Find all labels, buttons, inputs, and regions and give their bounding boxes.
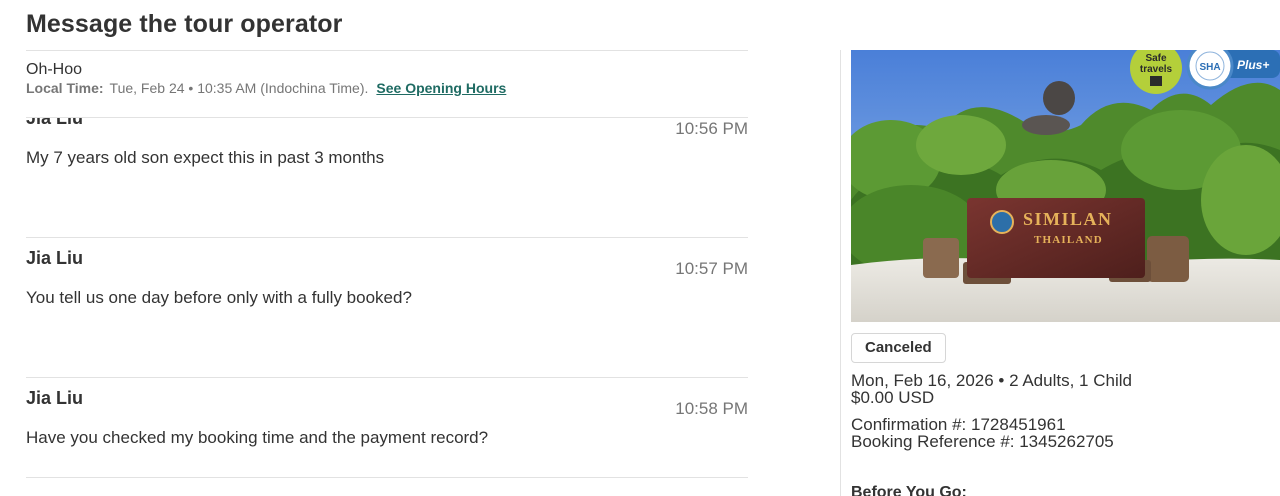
sign-subtitle: THAILAND <box>1034 234 1103 246</box>
message-time: 10:58 PM <box>675 399 748 418</box>
sha-label: SHA <box>1199 62 1220 73</box>
message-text: You tell us one day before only with a f… <box>26 288 412 307</box>
message-text: My 7 years old son expect this in past 3… <box>26 148 385 167</box>
local-time-value: Tue, Feb 24 • 10:35 AM (Indochina Time). <box>109 80 369 96</box>
message-author: Jia Liu <box>26 118 84 128</box>
safe-travels-line1: Safe <box>1145 53 1167 64</box>
message-text: Have you checked my booking time and the… <box>26 428 489 447</box>
divider <box>26 477 748 478</box>
operator-name: Oh-Hoo <box>26 61 83 78</box>
message-author: Jia Liu <box>26 248 84 268</box>
message-item: Jia Liu 10:58 PM Have you checked my boo… <box>26 379 748 496</box>
message-item: Jia Liu 10:56 PM My 7 years old son expe… <box>26 118 748 239</box>
sign-title: SIMILAN <box>1023 209 1113 229</box>
local-time: Local Time: Tue, Feb 24 • 10:35 AM (Indoc… <box>26 80 506 96</box>
message-thread[interactable]: Jia Liu 10:56 PM My 7 years old son expe… <box>26 118 748 496</box>
status-badge: Canceled <box>851 333 946 363</box>
column-divider <box>840 50 841 496</box>
message-time: 10:56 PM <box>675 119 748 138</box>
divider <box>26 377 748 378</box>
message-item: Jia Liu 10:57 PM You tell us one day bef… <box>26 239 748 379</box>
sha-plus-label: Plus+ <box>1237 58 1269 72</box>
booking-panel: SIMILAN THAILAND Safe travels SHA Plus+ … <box>851 0 1280 496</box>
tour-photo[interactable]: SIMILAN THAILAND Safe travels SHA Plus+ <box>851 50 1280 322</box>
opening-hours-link[interactable]: See Opening Hours <box>376 80 506 96</box>
safe-travels-line2: travels <box>1140 64 1173 75</box>
divider <box>26 50 748 51</box>
divider <box>26 237 748 238</box>
before-you-go-heading: Before You Go: <box>851 484 967 496</box>
booking-reference: Booking Reference #: 1345262705 <box>851 432 1114 451</box>
message-author: Jia Liu <box>26 388 84 408</box>
message-time: 10:57 PM <box>675 259 748 278</box>
local-time-label: Local Time: <box>26 80 104 96</box>
conversation-panel: Oh-Hoo Local Time: Tue, Feb 24 • 10:35 AM… <box>26 0 748 496</box>
booking-price: $0.00 USD <box>851 388 935 407</box>
